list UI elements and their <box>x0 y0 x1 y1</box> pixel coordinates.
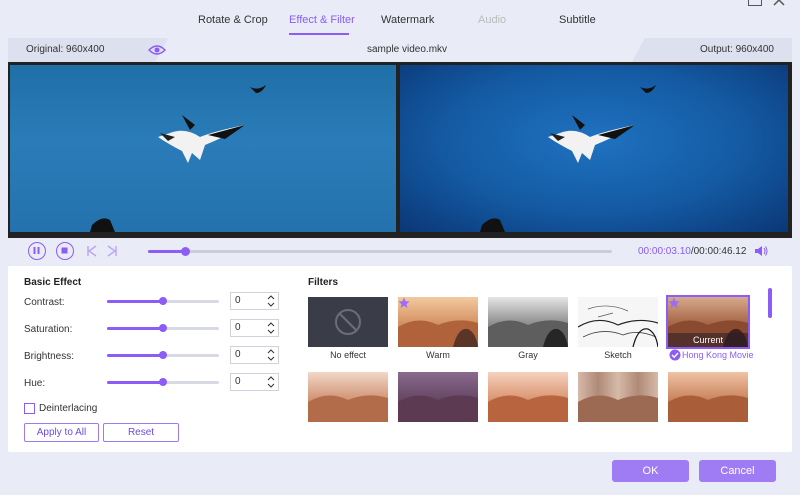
landscape-image <box>578 395 658 422</box>
playback-controls: 00:00:03.10/00:00:46.12 <box>8 238 792 264</box>
filter-thumbnail: Current <box>666 295 750 349</box>
total-time: /00:00:46.12 <box>690 246 747 257</box>
filters-title: Filters <box>308 277 339 288</box>
star-icon[interactable] <box>398 297 410 309</box>
hue-slider[interactable] <box>107 378 219 386</box>
filter-thumbnail <box>398 372 478 422</box>
close-icon[interactable] <box>772 0 786 7</box>
saturation-slider-fill <box>107 327 163 330</box>
saturation-slider[interactable] <box>107 324 219 332</box>
hue-value: 0 <box>235 376 241 387</box>
hue-label: Hue: <box>24 378 46 389</box>
filter-label: Hong Kong Movie <box>682 350 754 360</box>
stop-button[interactable] <box>56 242 74 260</box>
apply-to-all-button[interactable]: Apply to All <box>24 423 99 442</box>
saturation-label: Saturation: <box>24 324 73 335</box>
output-resolution: Output: 960x400 <box>700 44 774 55</box>
filter-label: Warm <box>426 350 450 360</box>
saturation-value: 0 <box>235 322 241 333</box>
original-resolution: Original: 960x400 <box>26 44 105 55</box>
brightness-slider-fill <box>107 354 163 357</box>
contrast-slider[interactable] <box>107 297 219 305</box>
progress-fill <box>148 250 186 253</box>
tab-effect-filter[interactable]: Effect & Filter <box>289 14 355 26</box>
filter-label: No effect <box>330 350 366 360</box>
current-badge: Current <box>668 333 748 347</box>
bird-image <box>90 85 266 232</box>
filters-scrollbar[interactable] <box>768 288 772 318</box>
pause-icon <box>33 247 40 254</box>
brightness-slider-thumb[interactable] <box>159 351 167 359</box>
effect-panel: Basic Effect Contrast: 0 Saturation: 0 B… <box>8 266 792 452</box>
brightness-label: Brightness: <box>24 351 75 362</box>
landscape-image <box>308 395 388 422</box>
filter-thumbnail <box>578 372 658 422</box>
file-name: sample video.mkv <box>367 44 448 55</box>
video-preview <box>8 62 792 238</box>
filter-thumbnail <box>668 372 748 422</box>
eye-icon[interactable] <box>148 43 166 57</box>
progress-thumb[interactable] <box>181 247 191 256</box>
tab-watermark[interactable]: Watermark <box>381 14 434 26</box>
filter-label: Gray <box>518 350 538 360</box>
stepper-arrows-icon[interactable] <box>267 294 275 308</box>
filter-thumbnail <box>578 297 658 347</box>
filter-label: Sketch <box>604 350 632 360</box>
check-circle-icon <box>669 349 681 361</box>
saturation-slider-thumb[interactable] <box>159 324 167 332</box>
tab-audio: Audio <box>478 14 507 26</box>
active-tab-indicator <box>289 33 349 35</box>
current-time: 00:00:03.10 <box>638 246 691 257</box>
saturation-stepper[interactable]: 0 <box>230 319 279 337</box>
original-preview <box>10 65 396 232</box>
cancel-button[interactable]: Cancel <box>699 460 776 482</box>
output-preview <box>400 65 788 232</box>
contrast-slider-thumb[interactable] <box>159 297 167 305</box>
hue-slider-fill <box>107 381 163 384</box>
filter-thumbnail <box>488 297 568 347</box>
landscape-image <box>398 395 478 422</box>
next-frame-icon[interactable] <box>106 245 118 257</box>
pause-button[interactable] <box>28 242 46 260</box>
stepper-arrows-icon[interactable] <box>267 321 275 335</box>
hue-stepper[interactable]: 0 <box>230 373 279 391</box>
filter-thumbnail <box>398 297 478 347</box>
stepper-arrows-icon[interactable] <box>267 375 275 389</box>
hue-slider-thumb[interactable] <box>159 378 167 386</box>
filter-thumbnail <box>308 372 388 422</box>
stepper-arrows-icon[interactable] <box>267 348 275 362</box>
brightness-stepper[interactable]: 0 <box>230 346 279 364</box>
filter-thumbnail <box>308 297 388 347</box>
filter-thumbnail <box>488 372 568 422</box>
tab-rotate-crop[interactable]: Rotate & Crop <box>198 14 268 26</box>
star-icon[interactable] <box>668 297 680 309</box>
video-info-bar: Original: 960x400 sample video.mkv Outpu… <box>8 38 792 62</box>
deinterlacing-label: Deinterlacing <box>39 403 98 414</box>
landscape-image <box>488 395 568 422</box>
tab-subtitle[interactable]: Subtitle <box>559 14 596 26</box>
landscape-image <box>398 320 478 347</box>
basic-effect-title: Basic Effect <box>24 277 82 288</box>
deinterlacing-checkbox[interactable] <box>24 403 35 414</box>
no-effect-icon <box>335 309 361 335</box>
stop-icon <box>61 247 68 254</box>
contrast-label: Contrast: <box>24 297 65 308</box>
brightness-slider[interactable] <box>107 351 219 359</box>
tab-bar: Rotate & Crop Effect & Filter Watermark … <box>0 14 800 36</box>
reset-button[interactable]: Reset <box>103 423 179 442</box>
landscape-image <box>488 320 568 347</box>
landscape-image <box>668 395 748 422</box>
contrast-slider-fill <box>107 300 163 303</box>
brightness-value: 0 <box>235 349 241 360</box>
volume-icon[interactable] <box>754 244 768 258</box>
time-display: 00:00:03.10/00:00:46.12 <box>638 246 746 257</box>
contrast-value: 0 <box>235 295 241 306</box>
contrast-stepper[interactable]: 0 <box>230 292 279 310</box>
landscape-image <box>578 305 658 347</box>
ok-button[interactable]: OK <box>612 460 689 482</box>
bird-image-filtered <box>480 85 656 232</box>
previous-frame-icon[interactable] <box>86 245 98 257</box>
progress-bar[interactable] <box>148 247 612 256</box>
maximize-icon[interactable] <box>748 0 762 6</box>
